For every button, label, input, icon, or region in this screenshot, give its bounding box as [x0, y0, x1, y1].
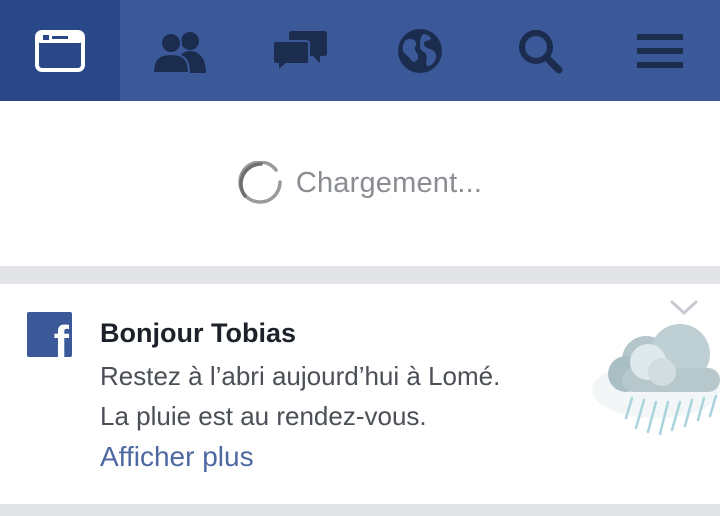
rain-cloud-icon — [592, 324, 720, 436]
friends-icon — [152, 31, 206, 73]
chevron-down-icon[interactable] — [668, 298, 700, 318]
show-more-link[interactable]: Afficher plus — [100, 441, 254, 473]
tab-news-feed[interactable] — [0, 0, 120, 101]
loading-indicator: Chargement... — [0, 101, 720, 266]
tab-search[interactable] — [480, 0, 600, 101]
top-navigation-bar — [0, 0, 720, 101]
weather-message: Restez à l’abri aujourd’hui à Lomé. La p… — [100, 356, 600, 436]
weather-message-line1: Restez à l’abri aujourd’hui à Lomé. — [100, 361, 501, 391]
facebook-logo-icon: f — [27, 312, 72, 357]
tab-menu[interactable] — [600, 0, 720, 101]
weather-notification-card[interactable]: f Bonjour Tobias Restez à l’abri aujourd… — [0, 284, 720, 504]
greeting-title: Bonjour Tobias — [100, 318, 296, 348]
news-feed-icon — [35, 29, 85, 72]
messages-icon — [272, 30, 327, 73]
loading-text: Chargement... — [295, 167, 483, 199]
weather-message-line2: La pluie est au rendez-vous. — [100, 401, 427, 431]
section-divider-bottom — [0, 504, 720, 516]
tab-friends[interactable] — [120, 0, 240, 101]
loading-spinner-icon — [238, 160, 282, 204]
section-divider — [0, 266, 720, 284]
search-icon — [519, 29, 563, 73]
menu-icon — [637, 33, 683, 68]
tab-messages[interactable] — [240, 0, 360, 101]
notifications-globe-icon — [398, 28, 442, 73]
tab-notifications[interactable] — [360, 0, 480, 101]
